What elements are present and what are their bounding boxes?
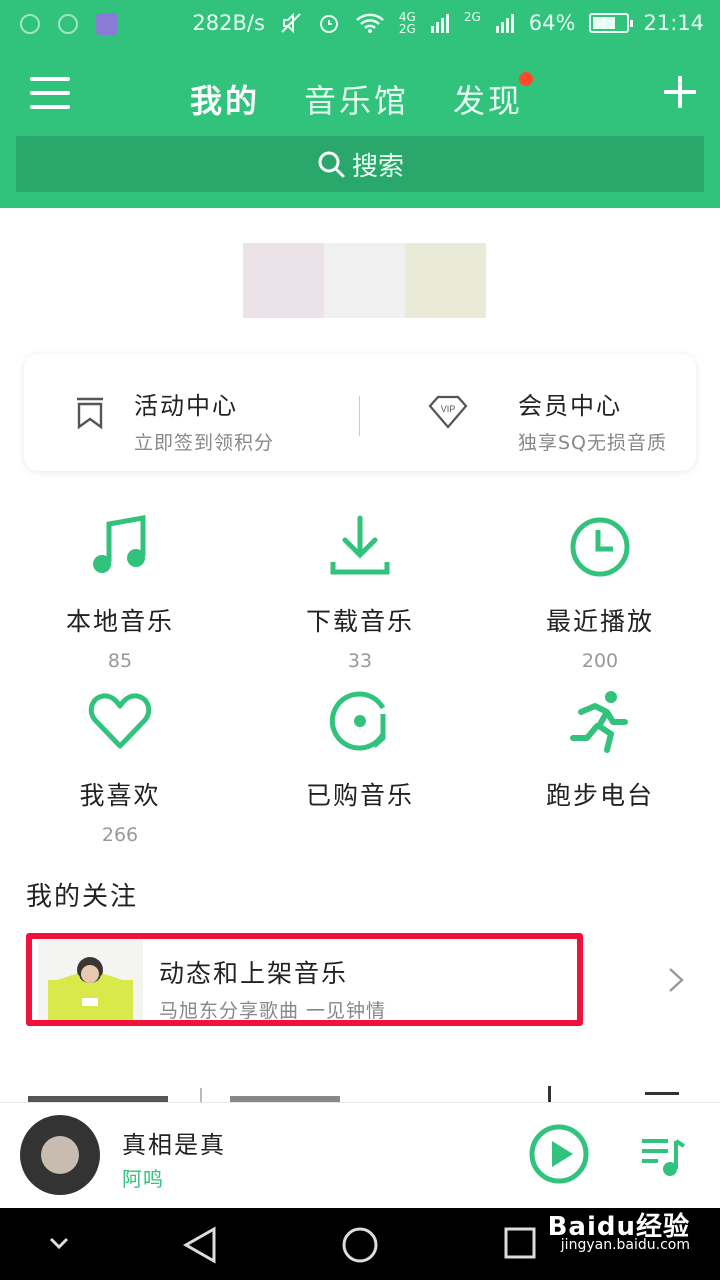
vip-diamond-icon: VIP xyxy=(428,395,468,429)
signal-icon xyxy=(495,14,514,33)
grid-count: 33 xyxy=(347,650,373,672)
search-icon xyxy=(318,151,345,178)
top-tabs: 我的 音乐馆 发现 xyxy=(190,72,534,122)
play-icon[interactable] xyxy=(528,1123,590,1185)
mute-icon xyxy=(281,12,301,34)
chevron-right-icon xyxy=(669,968,684,992)
vip-badge-text: VIP xyxy=(441,404,456,414)
tab-discover[interactable]: 发现 xyxy=(453,72,534,122)
notification-dot-icon xyxy=(20,14,40,34)
home-icon[interactable] xyxy=(341,1226,379,1264)
bookmark-icon xyxy=(77,397,103,430)
grid-label: 最近播放 xyxy=(545,607,654,636)
feed-item-subtitle: 马旭东分享歌曲 一见钟情 xyxy=(159,1000,387,1022)
album-cover[interactable] xyxy=(20,1115,100,1195)
banner-segment xyxy=(324,243,405,318)
search-placeholder: 搜索 xyxy=(351,151,404,182)
alarm-icon xyxy=(319,15,338,33)
grid-purchased-music[interactable]: 已购音乐 xyxy=(240,688,480,812)
battery-percent: 64% xyxy=(528,11,576,35)
download-icon xyxy=(330,515,390,575)
vip-center-subtitle: 独享SQ无损音质 xyxy=(518,432,668,454)
vip-center[interactable]: VIP 会员中心 独享SQ无损音质 xyxy=(360,354,690,471)
status-left-icons xyxy=(20,13,118,35)
grid-local-music[interactable]: 本地音乐 85 xyxy=(0,514,240,672)
add-icon[interactable] xyxy=(662,74,698,110)
notification-dot-icon xyxy=(58,14,78,34)
promo-card: 活动中心 立即签到领积分 VIP 会员中心 独享SQ无损音质 xyxy=(24,354,696,471)
watermark-brand: Baidu经验 xyxy=(547,1212,690,1242)
purchased-disc-icon xyxy=(329,691,386,751)
status-right: 282B/s 4G 2G 2G 64% 21:14 xyxy=(192,11,704,35)
grid-count: 200 xyxy=(581,650,619,672)
grid-count: 85 xyxy=(107,650,133,672)
grid-favorites[interactable]: 我喜欢 266 xyxy=(0,688,240,846)
battery-icon xyxy=(589,13,634,33)
back-icon[interactable] xyxy=(182,1226,218,1264)
grid-running-radio[interactable]: 跑步电台 xyxy=(480,688,720,812)
heart-icon xyxy=(88,693,152,749)
watermark-url: jingyan.baidu.com xyxy=(560,1237,690,1253)
notification-badge xyxy=(519,72,534,86)
activity-center-subtitle: 立即签到领积分 xyxy=(134,432,275,454)
banner-image[interactable] xyxy=(243,243,486,318)
grid-label: 下载音乐 xyxy=(305,607,414,636)
grid-downloaded-music[interactable]: 下载音乐 33 xyxy=(240,514,480,672)
playlist-toolbar-peek xyxy=(0,1086,720,1102)
banner-segment xyxy=(243,243,324,318)
current-song-title: 真相是真 xyxy=(122,1131,226,1159)
tab-mine[interactable]: 我的 xyxy=(190,76,260,122)
playlist-icon[interactable] xyxy=(640,1135,686,1179)
recents-icon[interactable] xyxy=(503,1226,537,1260)
activity-center-title: 活动中心 xyxy=(134,392,238,420)
section-title-following: 我的关注 xyxy=(26,882,139,912)
music-note-icon xyxy=(93,515,146,573)
image-notification-icon xyxy=(96,13,118,35)
grid-label: 我喜欢 xyxy=(79,781,161,810)
network-speed: 282B/s xyxy=(192,11,265,35)
wifi-icon xyxy=(356,13,384,33)
app-header: 我的 音乐馆 发现 搜索 xyxy=(0,50,720,208)
clock-icon xyxy=(570,517,630,577)
current-artist: 阿鸣 xyxy=(122,1167,164,1191)
vip-center-title: 会员中心 xyxy=(518,392,622,420)
status-bar: 282B/s 4G 2G 2G 64% 21:14 xyxy=(0,0,720,50)
network-type-2g: 2G xyxy=(398,22,416,36)
feed-item-title: 动态和上架音乐 xyxy=(159,959,349,988)
following-feed-item[interactable]: 动态和上架音乐 马旭东分享歌曲 一见钟情 xyxy=(26,930,694,1030)
grid-label: 本地音乐 xyxy=(65,607,174,636)
clock-time: 21:14 xyxy=(643,11,704,35)
grid-count: 266 xyxy=(101,824,139,846)
chevron-down-icon[interactable] xyxy=(48,1236,70,1250)
grid-recent-play[interactable]: 最近播放 200 xyxy=(480,514,720,672)
grid-label: 跑步电台 xyxy=(545,781,654,810)
activity-center[interactable]: 活动中心 立即签到领积分 xyxy=(24,354,354,471)
baidu-watermark: Baidu经验 jingyan.baidu.com xyxy=(547,1212,690,1254)
signal-icon xyxy=(430,14,449,33)
running-icon xyxy=(570,691,628,753)
banner-segment xyxy=(405,243,486,318)
grid-label: 已购音乐 xyxy=(305,781,414,810)
mini-player[interactable]: 真相是真 阿鸣 xyxy=(0,1102,720,1208)
search-bar[interactable]: 搜索 xyxy=(16,136,704,192)
menu-icon[interactable] xyxy=(30,77,70,109)
tab-music-hall[interactable]: 音乐馆 xyxy=(304,76,409,122)
